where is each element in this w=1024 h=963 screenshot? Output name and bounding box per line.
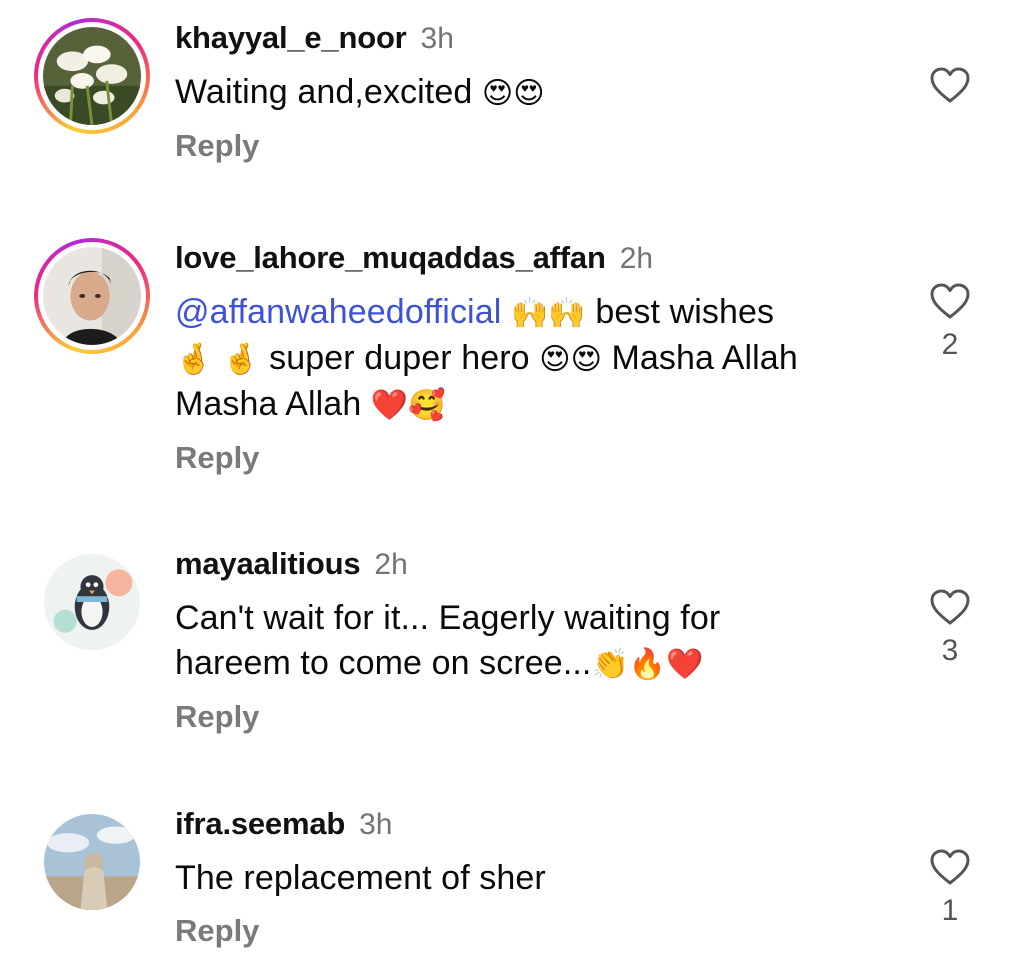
emoji-hearts: ❤️🥰 (370, 388, 446, 423)
comment-text: Can't wait for it... Eagerly waiting for… (175, 596, 815, 687)
comment-text: Waiting and,excited 😍😍 (175, 70, 875, 116)
comment-timestamp: 2h (619, 242, 654, 275)
comment-text-body: Waiting and,excited (175, 73, 482, 111)
comment-text: @affanwaheedofficial 🙌🙌 best wishes 🤞 🤞 … (175, 290, 875, 428)
like-count: 3 (941, 634, 959, 667)
like-button[interactable] (920, 66, 980, 104)
comment-username[interactable]: love_lahore_muqaddas_affan (175, 240, 606, 276)
avatar-story-ring[interactable] (34, 238, 150, 354)
emoji-heart-eyes: 😍😍 (481, 76, 545, 111)
avatar (44, 554, 140, 650)
heart-outline-icon[interactable] (929, 282, 971, 320)
like-button[interactable]: 3 (920, 588, 980, 668)
comment-timestamp: 3h (359, 808, 393, 841)
avatar (44, 814, 140, 910)
emoji-crossed-fingers: 🤞 🤞 (175, 342, 260, 377)
reply-button[interactable]: Reply (175, 699, 259, 735)
reply-button[interactable]: Reply (175, 440, 259, 476)
reply-button[interactable]: Reply (175, 913, 259, 949)
like-count: 2 (941, 328, 959, 361)
like-count: 1 (941, 894, 959, 927)
comment-timestamp: 2h (374, 548, 408, 581)
avatar-wrapper[interactable] (34, 544, 150, 660)
comment-text-body: The replacement of sher (175, 859, 546, 897)
heart-outline-icon[interactable] (929, 66, 971, 104)
avatar-story-ring[interactable] (34, 18, 150, 134)
comment-username[interactable]: mayaalitious (175, 546, 361, 582)
emoji-heart-eyes: 😍😍 (539, 342, 602, 377)
comment-timestamp: 3h (420, 22, 454, 55)
heart-outline-icon[interactable] (929, 848, 971, 886)
like-button[interactable]: 2 (920, 282, 980, 362)
comment-username[interactable]: khayyal_e_noor (175, 20, 407, 56)
avatar (43, 247, 141, 345)
reply-button[interactable]: Reply (175, 128, 259, 164)
emoji-raised-hands: 🙌🙌 (510, 296, 586, 331)
comment-username[interactable]: ifra.seemab (175, 806, 345, 842)
emoji-clap-fire-heart: 👏🔥❤️ (591, 647, 704, 682)
comment-text: The replacement of sher (175, 856, 875, 901)
heart-outline-icon[interactable] (929, 588, 971, 626)
avatar (43, 27, 141, 125)
comment-text-body: best wishes (585, 293, 775, 331)
avatar-wrapper[interactable] (34, 804, 150, 920)
mention-link[interactable]: @affanwaheedofficial (175, 293, 501, 331)
comment-text-body: super duper hero (259, 339, 540, 377)
like-button[interactable]: 1 (920, 848, 980, 928)
